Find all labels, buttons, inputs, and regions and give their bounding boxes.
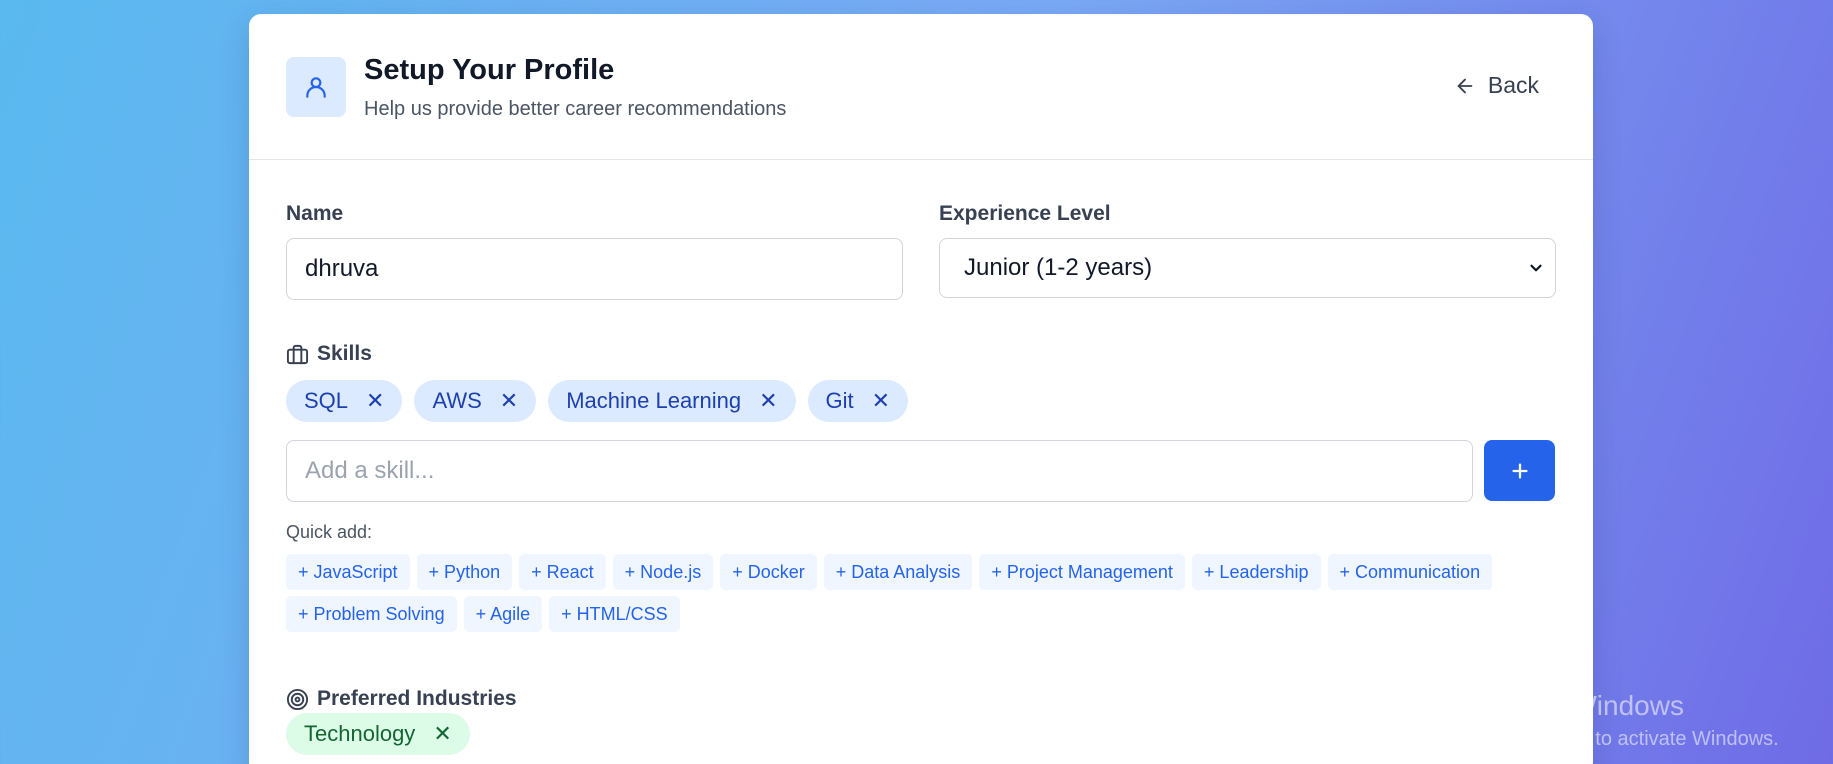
skill-chip-label: Machine Learning: [566, 388, 742, 413]
selected-industries: Technology ✕: [286, 713, 470, 755]
quick-add-chip[interactable]: + Data Analysis: [823, 554, 973, 590]
quick-add-chip[interactable]: + Docker: [720, 554, 817, 590]
quick-add-chip[interactable]: + Project Management: [979, 554, 1185, 590]
industries-label: Preferred Industries: [317, 687, 517, 710]
close-icon[interactable]: ✕: [366, 390, 384, 412]
experience-select-value: Junior (1-2 years): [964, 254, 1153, 281]
skill-chip: AWS ✕: [414, 380, 537, 422]
add-skill-button[interactable]: [1484, 440, 1555, 501]
name-input[interactable]: [286, 238, 903, 300]
skill-chip-label: AWS: [432, 388, 482, 413]
close-icon[interactable]: ✕: [433, 723, 451, 745]
close-icon[interactable]: ✕: [500, 390, 518, 412]
close-icon[interactable]: ✕: [872, 390, 890, 412]
skill-chip: Git ✕: [807, 380, 909, 422]
quick-add-label: Quick add:: [286, 522, 373, 542]
profile-setup-card: Setup Your Profile Help us provide bette…: [249, 14, 1593, 764]
industries-section-label: Preferred Industries: [286, 687, 517, 711]
card-header: Setup Your Profile Help us provide bette…: [249, 14, 1593, 160]
chevron-down-icon: [1530, 264, 1542, 272]
skill-chip: SQL ✕: [286, 380, 403, 422]
target-icon: [286, 688, 309, 710]
quick-add-chip[interactable]: + Python: [416, 554, 513, 590]
watermark-title: Activate Windows: [1463, 690, 1684, 721]
industry-chip-label: Technology: [304, 721, 416, 746]
add-skill-input[interactable]: [286, 440, 1473, 502]
quick-add-list: + JavaScript + Python + React + Node.js …: [286, 554, 1536, 632]
page-subtitle: Help us provide better career recommenda…: [364, 98, 787, 120]
page-title: Setup Your Profile: [364, 54, 615, 86]
watermark-subtitle: Go to Settings to activate Windows.: [1463, 728, 1779, 750]
quick-add-chip[interactable]: + Node.js: [612, 554, 714, 590]
briefcase-icon: [286, 344, 309, 364]
quick-add-chip[interactable]: + Communication: [1327, 554, 1493, 590]
arrow-left-icon: [1457, 78, 1473, 93]
selected-skills: SQL ✕ AWS ✕ Machine Learning ✕ Git ✕: [286, 380, 909, 422]
skills-label: Skills: [317, 342, 372, 365]
skills-section-label: Skills: [286, 342, 372, 366]
skill-chip-label: SQL: [304, 388, 349, 413]
windows-activation-watermark: Activate Windows Go to Settings to activ…: [1463, 690, 1779, 751]
experience-label: Experience Level: [939, 202, 1111, 225]
quick-add-chip[interactable]: + JavaScript: [286, 554, 410, 590]
industry-chip: Technology ✕: [286, 713, 470, 755]
skill-chip-label: Git: [825, 388, 854, 413]
user-icon: [286, 57, 346, 117]
quick-add-chip[interactable]: + Agile: [463, 596, 543, 632]
close-icon[interactable]: ✕: [759, 390, 777, 412]
quick-add-chip[interactable]: + Leadership: [1191, 554, 1321, 590]
experience-select[interactable]: Junior (1-2 years): [939, 238, 1556, 298]
plus-icon: [1511, 462, 1528, 479]
name-label: Name: [286, 202, 344, 225]
back-button[interactable]: Back: [1454, 72, 1539, 99]
quick-add-chip[interactable]: + React: [519, 554, 606, 590]
quick-add-chip[interactable]: + Problem Solving: [286, 596, 457, 632]
skill-chip: Machine Learning ✕: [548, 380, 796, 422]
quick-add-chip[interactable]: + HTML/CSS: [549, 596, 680, 632]
back-button-label: Back: [1487, 72, 1539, 98]
